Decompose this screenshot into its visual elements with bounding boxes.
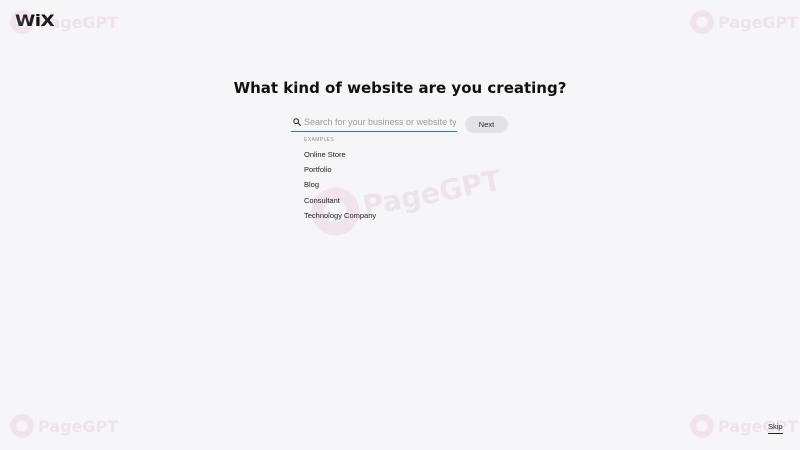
skip-link[interactable]: Skip <box>768 422 783 434</box>
example-online-store[interactable]: Online Store <box>304 150 376 165</box>
watermark-text: PageGPT <box>718 12 799 32</box>
watermark-logo-icon <box>690 10 714 34</box>
watermark-logo-icon <box>690 414 714 438</box>
watermark-top-right: PageGPT <box>690 10 798 34</box>
watermark-text: PageGPT <box>718 416 799 436</box>
page-title: What kind of website are you creating? <box>233 79 567 97</box>
wix-logo: WiX <box>15 11 55 30</box>
watermark-text: PageGPT <box>359 163 504 223</box>
watermark-text: PageGPT <box>38 416 119 436</box>
search-icon <box>293 118 301 126</box>
example-consultant[interactable]: Consultant <box>304 196 376 211</box>
search-field[interactable] <box>291 113 457 132</box>
watermark-logo-icon <box>10 414 34 438</box>
examples-heading: EXAMPLES <box>304 137 335 143</box>
example-blog[interactable]: Blog <box>304 180 376 195</box>
example-technology-company[interactable]: Technology Company <box>304 211 376 226</box>
example-portfolio[interactable]: Portfolio <box>304 165 376 180</box>
examples-list: Online Store Portfolio Blog Consultant T… <box>304 150 376 226</box>
watermark-bottom-left: PageGPT <box>10 414 118 438</box>
search-input[interactable] <box>304 114 456 129</box>
wix-onboarding-page: WiX PageGPT PageGPT PageGPT PageGPT Page… <box>0 0 800 450</box>
next-button[interactable]: Next <box>465 116 508 133</box>
